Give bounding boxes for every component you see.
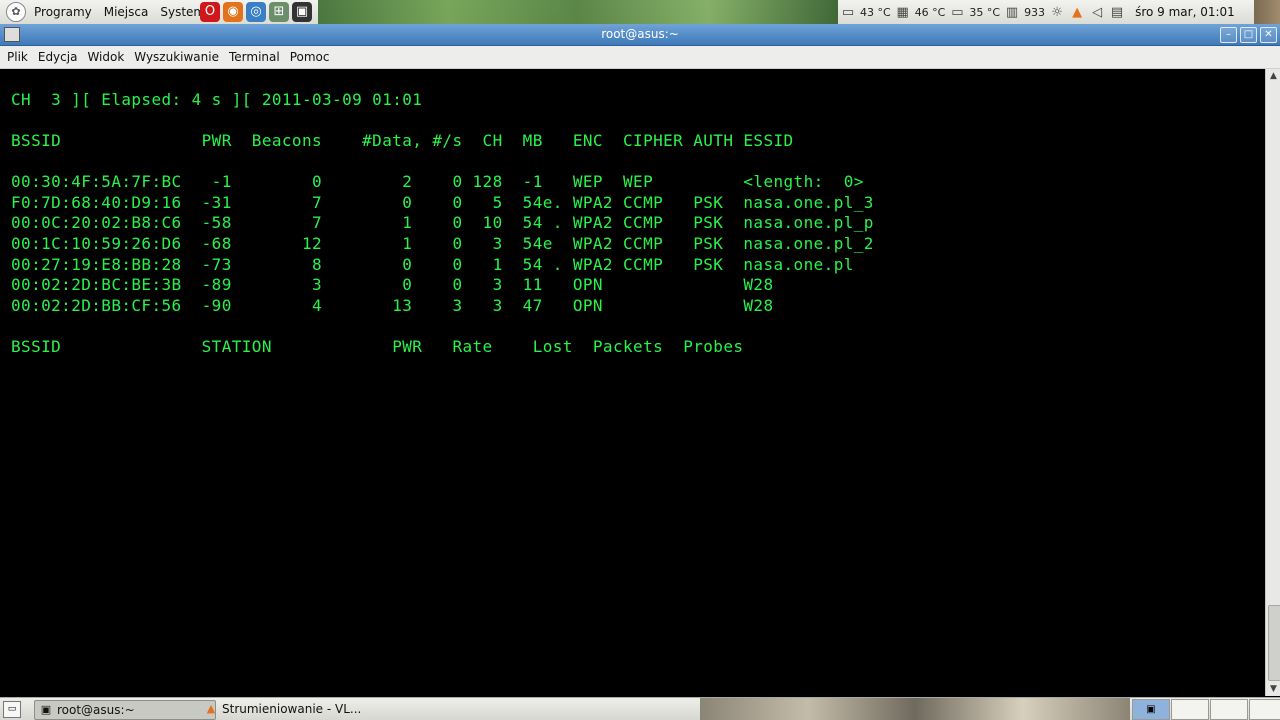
menu-terminal[interactable]: Terminal — [224, 50, 285, 64]
close-button[interactable]: ✕ — [1260, 27, 1277, 43]
temperature-3: 35 °C — [969, 5, 1001, 19]
menu-edit[interactable]: Edycja — [33, 50, 83, 64]
terminal-icon: ▣ — [40, 703, 52, 716]
cpu-frequency: 933 — [1024, 5, 1046, 19]
ap-row: 00:0C:20:02:B8:C6 -58 7 1 0 10 54 . WPA2… — [11, 213, 874, 232]
task-vlc-label: Strumieniowanie - VL... — [222, 702, 362, 716]
terminal-icon[interactable]: ▣ — [292, 2, 312, 22]
ap-row: 00:1C:10:59:26:D6 -68 12 1 0 3 54e WPA2 … — [11, 234, 874, 253]
ap-row: 00:02:2D:BB:CF:56 -90 4 13 3 3 47 OPN W2… — [11, 296, 774, 315]
temperature-icon: ▦ — [896, 4, 909, 20]
menu-view[interactable]: Widok — [82, 50, 129, 64]
browser-icon[interactable]: ◎ — [246, 2, 266, 22]
ap-row: 00:27:19:E8:BB:28 -73 8 0 0 1 54 . WPA2 … — [11, 255, 854, 274]
panel-background-image — [700, 698, 1130, 720]
panel-background-image — [318, 0, 838, 24]
menu-search[interactable]: Wyszukiwanie — [129, 50, 224, 64]
network-icon[interactable]: ⊞ — [269, 2, 289, 22]
station-table-header: BSSID STATION PWR Rate Lost Packets Prob… — [11, 337, 744, 356]
workspace-1[interactable]: ▣ — [1132, 699, 1170, 720]
launchers: O ◉ ◎ ⊞ ▣ — [200, 2, 312, 22]
vlc-icon: ▲ — [206, 702, 216, 715]
gnome-foot-icon[interactable]: ✿ — [6, 2, 26, 22]
minimize-button[interactable]: – — [1220, 27, 1237, 43]
brightness-icon[interactable]: ☼ — [1049, 5, 1065, 20]
bottom-panel: ▭ ▣ root@asus:~ ▲ Strumieniowanie - VL..… — [0, 697, 1280, 720]
scroll-down-arrow-icon[interactable]: ▼ — [1266, 682, 1280, 696]
menubar: Plik Edycja Widok Wyszukiwanie Terminal … — [0, 46, 1280, 69]
status-line: CH 3 ][ Elapsed: 4 s ][ 2011-03-09 01:01 — [11, 90, 423, 109]
task-terminal[interactable]: ▣ root@asus:~ — [34, 700, 216, 720]
workspace-2[interactable] — [1171, 699, 1209, 720]
top-panel: ✿ Programy Miejsca System O ◉ ◎ ⊞ ▣ ▭ 43… — [0, 0, 1280, 25]
menu-file[interactable]: Plik — [2, 50, 33, 64]
temperature-2: 46 °C — [914, 5, 946, 19]
menu-places[interactable]: Miejsca — [98, 0, 155, 24]
firefox-icon[interactable]: ◉ — [223, 2, 243, 22]
panel-background-image — [1254, 0, 1280, 24]
panel-menus: ✿ Programy Miejsca System — [6, 0, 211, 24]
menu-applications[interactable]: Programy — [28, 0, 98, 24]
window-titlebar[interactable]: root@asus:~ – □ ✕ — [0, 24, 1280, 46]
show-desktop-icon[interactable]: ▭ — [3, 701, 21, 718]
cpu-icon: ▥ — [1005, 4, 1019, 20]
maximize-button[interactable]: □ — [1240, 27, 1257, 43]
window-title: root@asus:~ — [601, 27, 679, 41]
scroll-up-arrow-icon[interactable]: ▲ — [1266, 69, 1280, 83]
task-vlc-streaming[interactable]: ▲ Strumieniowanie - VL... — [200, 700, 382, 718]
system-tray: ▭ 43 °C ▦ 46 °C ▭ 35 °C ▥ 933 ☼ ▲ ◁ ▤ śr… — [838, 0, 1235, 24]
ap-row: F0:7D:68:40:D9:16 -31 7 0 0 5 54e. WPA2 … — [11, 193, 874, 212]
clock[interactable]: śro 9 mar, 01:01 — [1135, 5, 1235, 19]
ap-row: 00:02:2D:BC:BE:3B -89 3 0 0 3 11 OPN W28 — [11, 275, 774, 294]
temperature-icon: ▭ — [951, 4, 964, 20]
ap-row: 00:30:4F:5A:7F:BC -1 0 2 0 128 -1 WEP WE… — [11, 172, 864, 191]
network-manager-icon[interactable]: ▤ — [1109, 5, 1125, 20]
vlc-icon[interactable]: ▲ — [1069, 5, 1085, 20]
volume-icon[interactable]: ◁ — [1089, 5, 1105, 20]
menu-help[interactable]: Pomoc — [285, 50, 335, 64]
opera-icon[interactable]: O — [200, 2, 220, 22]
workspace-4[interactable] — [1249, 699, 1280, 720]
terminal-output[interactable]: CH 3 ][ Elapsed: 4 s ][ 2011-03-09 01:01… — [0, 69, 1265, 696]
terminal-scrollbar[interactable]: ▲ ▼ — [1265, 69, 1280, 696]
scrollbar-thumb[interactable] — [1268, 605, 1280, 681]
workspace-switcher: ▣ — [1132, 699, 1280, 720]
temperature-icon: ▭ — [841, 4, 855, 20]
task-terminal-label: root@asus:~ — [57, 703, 135, 717]
workspace-3[interactable] — [1210, 699, 1248, 720]
ap-table-header: BSSID PWR Beacons #Data, #/s CH MB ENC C… — [11, 131, 794, 150]
temperature-1: 43 °C — [860, 5, 891, 19]
window-thumbnail-icon: ▣ — [1146, 704, 1156, 715]
